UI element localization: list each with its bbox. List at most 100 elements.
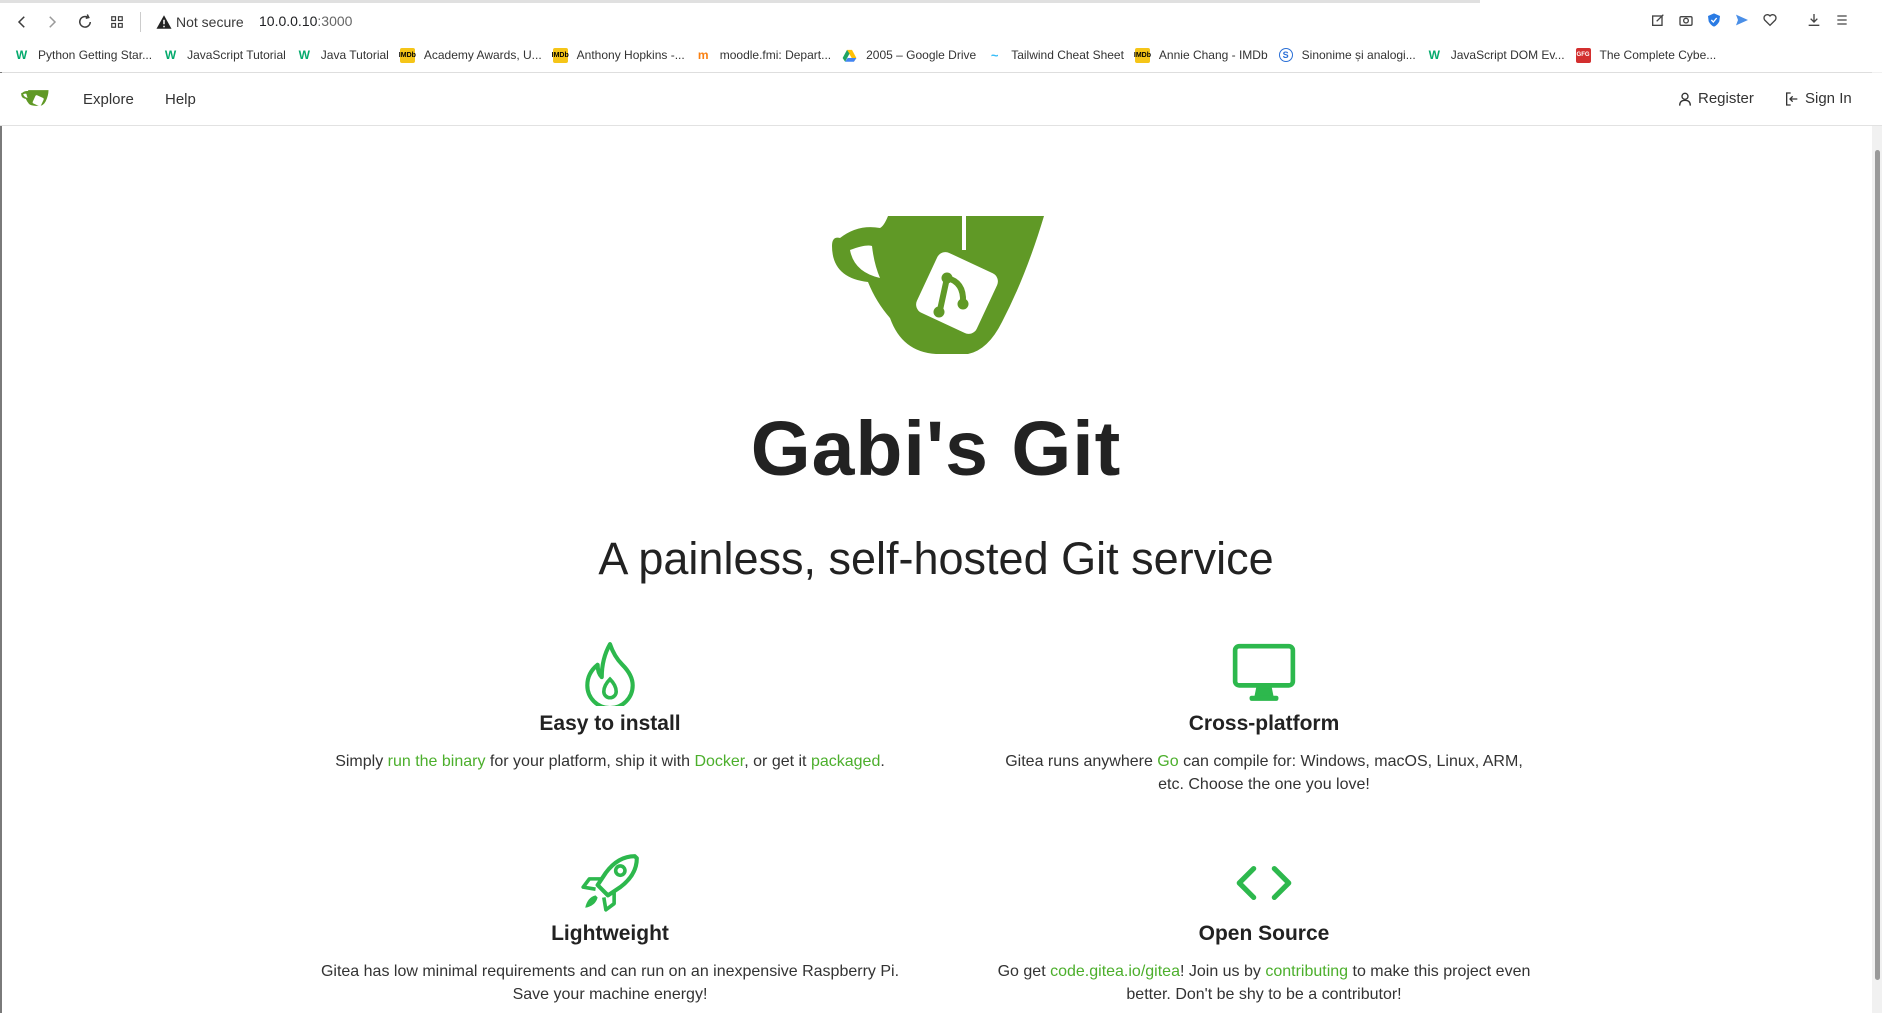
imdb-icon: IMDb — [552, 47, 569, 63]
edit-icon — [1652, 14, 1664, 26]
menu-icon — [1837, 15, 1847, 25]
edit-button[interactable] — [1648, 10, 1668, 30]
sign-in-link[interactable]: Sign In — [1784, 90, 1852, 107]
feature-title: Lightweight — [551, 922, 669, 945]
favorites-button[interactable] — [1760, 10, 1780, 30]
feature-description: Go get code.gitea.io/gitea! Join us by c… — [934, 960, 1594, 1006]
feature-text: for your platform, ship it with — [485, 753, 695, 770]
forward-button[interactable] — [40, 10, 64, 34]
tailwind-icon: ~ — [987, 47, 1003, 63]
gfg-icon: GFG — [1575, 47, 1591, 63]
feature-cross-platform: Cross-platform Gitea runs anywhere Go ca… — [934, 640, 1594, 796]
go-link[interactable]: Go — [1157, 753, 1178, 770]
w3schools-icon: W — [296, 47, 312, 63]
sign-in-icon — [1786, 91, 1798, 106]
top-navbar: Explore Help Register Sign In — [0, 73, 1882, 126]
bookmark-label: The Complete Cybe... — [1599, 48, 1717, 62]
feature-text: , or get it — [744, 753, 811, 770]
rocket-icon — [581, 854, 639, 912]
send-icon — [1736, 14, 1748, 26]
bookmark-item[interactable]: IMDb Anthony Hopkins -... — [552, 47, 685, 63]
feature-open-source: Open Source Go get code.gitea.io/gitea! … — [934, 850, 1594, 1006]
heart-icon — [1763, 14, 1777, 27]
bookmarks-bar: W Python Getting Star... W JavaScript Tuto… — [14, 44, 1727, 66]
w3schools-icon: W — [163, 47, 179, 63]
moodle-icon: m — [695, 47, 711, 63]
gitea-logo-icon[interactable] — [20, 84, 52, 116]
url-host: 10.0.0.10 — [259, 13, 318, 29]
code-gitea-link[interactable]: code.gitea.io/gitea — [1050, 963, 1180, 980]
code-icon — [1236, 865, 1292, 901]
shield-icon — [1708, 13, 1720, 27]
url-port: :3000 — [317, 13, 353, 29]
feature-text: Simply — [335, 753, 388, 770]
feature-text: . — [880, 753, 885, 770]
feature-description: Gitea has low minimal requirements and c… — [320, 963, 900, 1003]
downloads-button[interactable] — [1804, 10, 1824, 30]
feature-title: Cross-platform — [1188, 712, 1340, 735]
browser-extensions — [1648, 10, 1852, 30]
imdb-icon: IMDb — [399, 47, 416, 63]
camera-icon — [1679, 16, 1693, 26]
feature-text: can compile for: Windows, macOS, Linux, … — [1158, 753, 1523, 793]
arrow-right-icon — [49, 16, 57, 28]
feature-text: Gitea runs anywhere — [1005, 753, 1158, 770]
imdb-icon: IMDb — [1134, 47, 1151, 63]
bookmark-label: Python Getting Star... — [38, 48, 153, 62]
nav-explore[interactable]: Explore — [83, 91, 134, 108]
browser-chrome: Not secure 10.0.0.10:3000 W Python Gettin… — [0, 0, 1882, 73]
bookmark-item[interactable]: W JavaScript Tutorial — [163, 47, 286, 63]
bookmark-label: moodle.fmi: Depart... — [719, 48, 832, 62]
w3schools-icon: W — [14, 47, 29, 63]
reload-button[interactable] — [73, 10, 97, 34]
monitor-icon — [1232, 643, 1296, 701]
reload-icon — [79, 14, 91, 28]
shield-extension-button[interactable] — [1704, 10, 1724, 30]
security-status[interactable]: Not secure — [176, 14, 244, 30]
bookmark-item[interactable]: W Python Getting Star... — [14, 47, 153, 63]
bookmark-item[interactable]: W Java Tutorial — [296, 47, 389, 63]
docker-link[interactable]: Docker — [694, 753, 744, 770]
bookmark-item[interactable]: S Sinonime și analogi... — [1278, 48, 1416, 62]
bookmark-label: Anthony Hopkins -... — [576, 48, 685, 62]
bookmark-item[interactable]: m moodle.fmi: Depart... — [695, 47, 832, 63]
scrollbar[interactable] — [1872, 72, 1882, 1013]
scrollbar-thumb[interactable] — [1875, 150, 1880, 980]
run-binary-link[interactable]: run the binary — [388, 753, 486, 770]
bookmark-item[interactable]: W JavaScript DOM Ev... — [1426, 47, 1565, 63]
feature-easy-install: Easy to install Simply run the binary fo… — [280, 640, 940, 773]
sign-in-label: Sign In — [1805, 90, 1852, 107]
feature-text: Go get — [997, 963, 1051, 980]
download-icon — [1808, 14, 1820, 26]
bookmark-item[interactable]: ~ Tailwind Cheat Sheet — [987, 47, 1124, 63]
warning-icon[interactable] — [155, 13, 173, 31]
page-title: Gabi's Git — [750, 406, 1122, 492]
bookmark-item[interactable]: 2005 – Google Drive — [842, 47, 977, 63]
bookmark-item[interactable]: IMDb Academy Awards, U... — [399, 47, 542, 63]
feature-title: Easy to install — [539, 712, 681, 735]
nav-help[interactable]: Help — [165, 91, 196, 108]
w3schools-icon: W — [1426, 47, 1442, 63]
bookmark-item[interactable]: GFG The Complete Cybe... — [1575, 47, 1717, 63]
menu-button[interactable] — [1832, 10, 1852, 30]
bookmark-label: 2005 – Google Drive — [866, 48, 977, 62]
tabs-grid-button[interactable] — [105, 10, 129, 34]
arrow-left-icon — [17, 16, 25, 28]
bookmark-label: Academy Awards, U... — [423, 48, 542, 62]
gitea-teacup-logo-icon — [832, 216, 1044, 354]
screenshot-button[interactable] — [1676, 10, 1696, 30]
bookmark-item[interactable]: IMDb Annie Chang - IMDb — [1134, 47, 1268, 63]
packaged-link[interactable]: packaged — [811, 753, 880, 770]
feature-title: Open Source — [1198, 922, 1330, 945]
bookmark-label: Tailwind Cheat Sheet — [1011, 48, 1124, 62]
bookmark-label: JavaScript DOM Ev... — [1450, 48, 1565, 62]
bookmark-label: Sinonime și analogi... — [1301, 48, 1416, 62]
register-link[interactable]: Register — [1677, 90, 1754, 107]
bookmark-label: JavaScript Tutorial — [187, 48, 286, 62]
send-button[interactable] — [1732, 10, 1752, 30]
back-button[interactable] — [10, 10, 34, 34]
contributing-link[interactable]: contributing — [1265, 963, 1348, 980]
address-row: Not secure 10.0.0.10:3000 — [0, 0, 1882, 42]
address-bar[interactable]: 10.0.0.10:3000 — [259, 13, 352, 29]
